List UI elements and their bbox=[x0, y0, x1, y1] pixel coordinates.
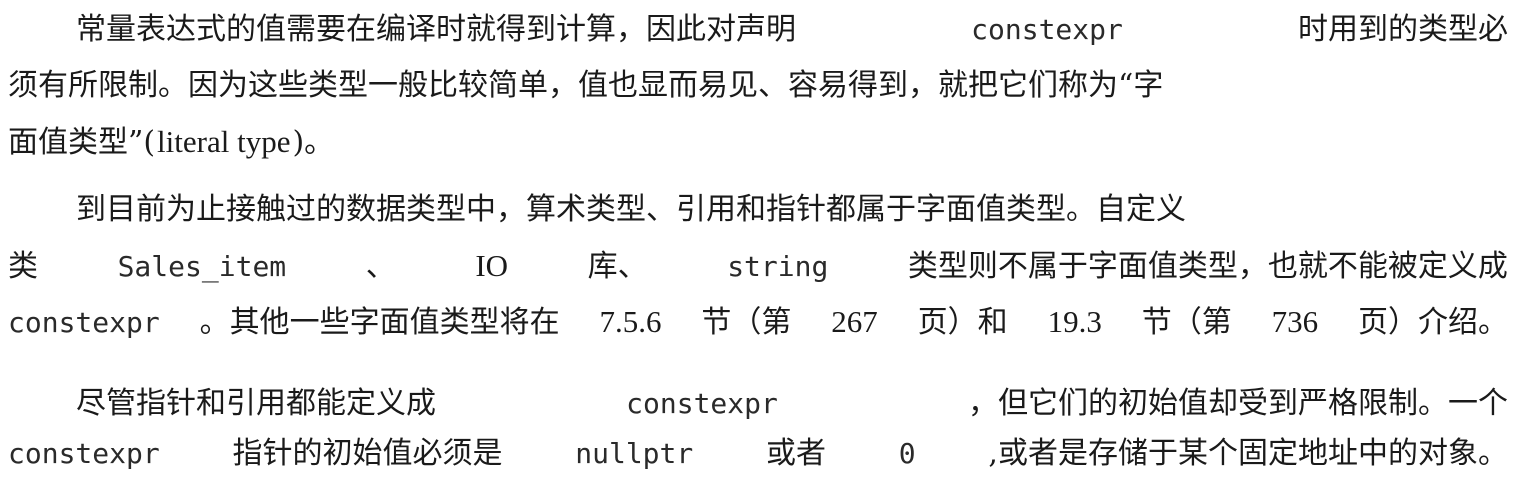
text-segment: 到目前为止接触过的数据类型中，算术类型、引用和指针都属于字面值类型。自定义 bbox=[76, 192, 1186, 227]
text-segment: ,或者是存储于某个固定地址中的对象。 bbox=[988, 436, 1508, 471]
code-term: string bbox=[727, 250, 829, 283]
text-segment: 或者 bbox=[766, 436, 827, 471]
code-term: constexpr bbox=[971, 13, 1123, 46]
text-line: 到目前为止接触过的数据类型中，算术类型、引用和指针都属于字面值类型。自定义 bbox=[76, 188, 1508, 232]
text-line: constexpr 指针的初始值必须是 nullptr 或者 0 ,或者是存储于某个固定地… bbox=[8, 432, 1508, 476]
text-segment: 时用到的类型必 bbox=[1298, 12, 1508, 47]
text-segment: 页）介绍。 bbox=[1357, 305, 1508, 340]
text-segment: 类 bbox=[8, 249, 38, 284]
text-segment: ，但它们的初始值却受到严格限制。一个 bbox=[968, 386, 1508, 421]
text-segment: 须有所限制。因为这些类型一般比较简单，值也显而易见、容易得到，就把它们称为“字 bbox=[8, 68, 1164, 103]
text-line: 尽管指针和引用都能定义成 constexpr ，但它们的初始值却受到严格限制。一个 bbox=[76, 382, 1508, 426]
text-segment: 。其他一些字面值类型将在 bbox=[199, 305, 560, 340]
text-segment: 、 bbox=[365, 249, 396, 284]
text-segment: IO bbox=[475, 248, 509, 283]
text-segment: 面值类型”( bbox=[8, 125, 156, 160]
text-line: 常量表达式的值需要在编译时就得到计算，因此对声明 constexpr 时用到的类型必 bbox=[76, 8, 1508, 52]
text-segment: 类型则不属于字面值类型，也就不能被定义成 bbox=[907, 249, 1508, 284]
text-segment: 736 bbox=[1271, 304, 1319, 339]
code-term: 0 bbox=[898, 437, 916, 470]
text-segment: 页）和 bbox=[917, 305, 1008, 340]
document-page: 常量表达式的值需要在编译时就得到计算，因此对声明 constexpr 时用到的类型必… bbox=[0, 0, 1527, 480]
text-line: 类 Sales_item 、 IO 库、 string 类型则不属于字面值类型，也就不能被定… bbox=[8, 244, 1508, 288]
text-segment: 节（第 bbox=[701, 305, 792, 340]
text-segment: 7.5.6 bbox=[599, 304, 662, 339]
text-line: constexpr 。其他一些字面值类型将在 7.5.6 节（第 267 页）和 19.3 节… bbox=[8, 300, 1508, 344]
code-term: constexpr bbox=[626, 387, 778, 420]
text-segment: 267 bbox=[831, 304, 878, 339]
text-segment: 指针的初始值必须是 bbox=[232, 436, 503, 471]
text-segment: 节（第 bbox=[1141, 305, 1232, 340]
text-segment: 库、 bbox=[587, 249, 648, 284]
text-segment: 尽管指针和引用都能定义成 bbox=[76, 386, 436, 421]
text-line: 面值类型”(literal type)。 bbox=[8, 120, 1508, 164]
code-term: Sales_item bbox=[117, 250, 287, 283]
code-term: constexpr bbox=[8, 437, 160, 470]
code-term: nullptr bbox=[575, 437, 694, 470]
code-term: constexpr bbox=[8, 306, 160, 339]
text-segment: literal type bbox=[157, 124, 291, 159]
text-segment: 19.3 bbox=[1047, 304, 1102, 339]
text-segment: )。 bbox=[292, 125, 335, 160]
text-line: 须有所限制。因为这些类型一般比较简单，值也显而易见、容易得到，就把它们称为“字 bbox=[8, 64, 1508, 108]
text-segment: 常量表达式的值需要在编译时就得到计算，因此对声明 bbox=[76, 12, 796, 47]
